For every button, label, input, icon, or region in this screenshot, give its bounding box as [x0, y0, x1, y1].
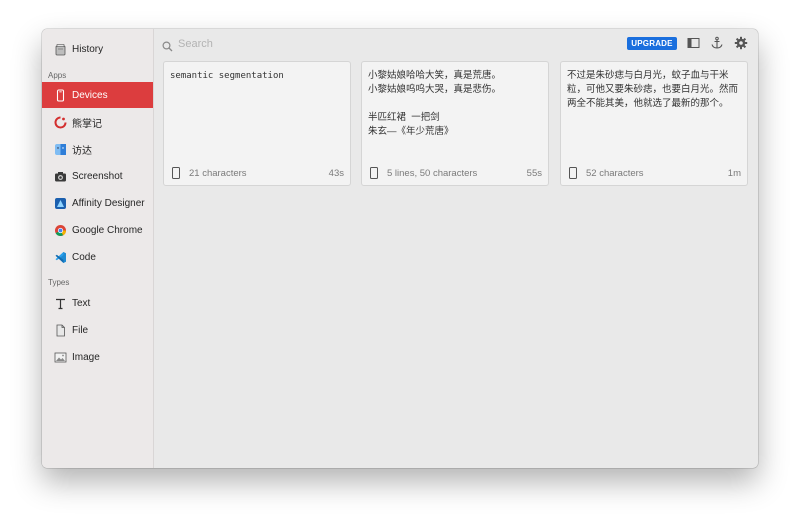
image-icon [54, 351, 67, 364]
main-area: Search UPGRADE semantic segmentation 21 … [154, 29, 758, 468]
devices-icon [54, 88, 67, 102]
clip-card[interactable]: 小黎姑娘哈哈大笑，真是荒唐。 小黎姑娘呜呜大哭，真是悲伤。 半匹红裙 一把剑 朱… [361, 61, 549, 186]
sidebar-item-screenshot[interactable]: Screenshot [42, 163, 153, 189]
clip-footer: 21 characters 43s [170, 166, 344, 180]
clip-content: 不过是朱砂痣与白月光，蚊子血与干米粒，可他又要朱砂痣，也要白月光。然而两全不能其… [567, 70, 739, 109]
device-phone-icon [172, 167, 180, 179]
chrome-icon [54, 224, 67, 237]
sidebar-item-code[interactable]: Code [42, 244, 153, 270]
sidebar-item-label: Affinity Designer [72, 197, 145, 209]
clip-card[interactable]: semantic segmentation 21 characters 43s [163, 61, 351, 186]
sidebar-item-file[interactable]: File [42, 317, 153, 343]
sidebar-item-label: Image [72, 351, 100, 363]
device-phone-icon [370, 167, 378, 179]
text-type-icon [54, 297, 67, 310]
sidebar-item-text[interactable]: Text [42, 290, 153, 316]
clip-content: 小黎姑娘哈哈大笑，真是荒唐。 小黎姑娘呜呜大哭，真是悲伤。 半匹红裙 一把剑 朱… [368, 70, 502, 137]
clip-meta: 5 lines, 50 characters [387, 167, 478, 179]
device-phone-icon [569, 167, 577, 179]
clip-time: 43s [328, 167, 344, 179]
search-input[interactable]: Search [178, 38, 213, 50]
sidebar-item-bear[interactable]: 熊掌记 [42, 109, 153, 135]
vscode-icon [54, 251, 67, 264]
types-section-heading: Types [48, 278, 70, 287]
anchor-icon[interactable] [710, 36, 724, 50]
sidebar-item-image[interactable]: Image [42, 344, 153, 370]
sidebar-item-finder[interactable]: 访达 [42, 136, 153, 162]
clip-time: 55s [526, 167, 542, 179]
gear-icon[interactable] [734, 36, 748, 50]
search-field[interactable]: Search [162, 36, 362, 52]
upgrade-button[interactable]: UPGRADE [627, 37, 677, 50]
sidebar-item-affinity-designer[interactable]: Affinity Designer [42, 190, 153, 216]
sidebar-item-label: Google Chrome [72, 224, 143, 236]
sidebar-item-label: Text [72, 297, 91, 309]
search-icon [162, 39, 173, 51]
affinity-designer-icon [54, 197, 67, 210]
sidebar-item-label: History [72, 43, 104, 55]
file-icon [54, 324, 67, 337]
history-icon [54, 43, 67, 56]
sidebar-item-google-chrome[interactable]: Google Chrome [42, 217, 153, 243]
sidebar-item-label: Devices [72, 89, 108, 101]
sidebar-toggle-icon[interactable] [687, 36, 700, 50]
clip-content: semantic segmentation [170, 71, 284, 81]
sidebar-item-label: File [72, 324, 89, 336]
sidebar-item-history[interactable]: History [42, 36, 153, 62]
clip-meta: 52 characters [586, 167, 644, 179]
clip-footer: 5 lines, 50 characters 55s [368, 166, 542, 180]
sidebar-item-label: 访达 [72, 145, 92, 157]
clip-card[interactable]: 不过是朱砂痣与白月光，蚊子血与干米粒，可他又要朱砂痣，也要白月光。然而两全不能其… [560, 61, 748, 186]
camera-icon [54, 170, 67, 183]
sidebar-item-label: Code [72, 251, 96, 263]
finder-app-icon [54, 143, 67, 156]
clip-footer: 52 characters 1m [567, 166, 741, 180]
apps-section-heading: Apps [48, 71, 67, 80]
sidebar-item-label: 熊掌记 [72, 118, 102, 130]
clip-time: 1m [727, 167, 741, 179]
sidebar-item-label: Screenshot [72, 170, 123, 182]
sidebar: History Apps Devices 熊掌记 访达 Screenshot A… [42, 29, 154, 468]
sidebar-item-devices[interactable]: Devices [42, 82, 153, 108]
app-window: History Apps Devices 熊掌记 访达 Screenshot A… [42, 29, 758, 468]
clip-meta: 21 characters [189, 167, 247, 179]
bear-app-icon [54, 116, 67, 129]
